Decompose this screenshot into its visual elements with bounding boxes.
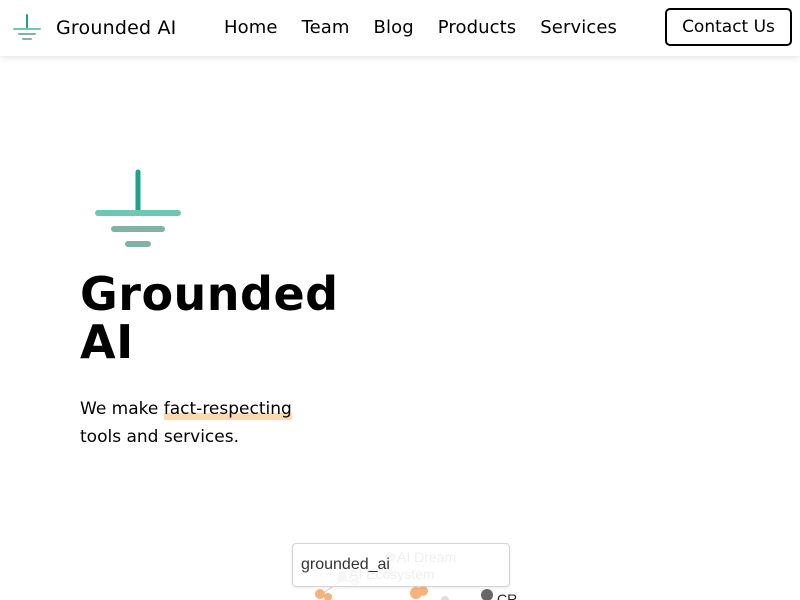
hero-title: Grounded AI: [80, 270, 380, 366]
graph-node[interactable]: [315, 589, 325, 599]
tagline-highlight: fact-respecting: [163, 399, 292, 420]
tagline-before: We make: [80, 399, 164, 419]
nav-blog[interactable]: Blog: [374, 15, 414, 41]
hero-tagline: We make fact-respecting tools and servic…: [80, 395, 340, 451]
graph-node[interactable]: [324, 593, 332, 600]
site-header: Grounded AI Home Team Blog Products Serv…: [0, 0, 800, 56]
main-nav: Home Team Blog Products Services: [224, 15, 641, 41]
brand-link[interactable]: Grounded AI: [12, 12, 176, 44]
graph-label-cr: CR: [497, 591, 518, 600]
tagline-after: tools and services.: [80, 427, 239, 447]
hero-title-line2: AI: [80, 315, 134, 369]
graph-node[interactable]: [481, 589, 493, 600]
nav-team[interactable]: Team: [302, 15, 350, 41]
hero-title-line1: Grounded: [80, 267, 339, 321]
contact-us-button[interactable]: Contact Us: [665, 8, 792, 46]
nav-products[interactable]: Products: [438, 15, 517, 41]
graph-node[interactable]: [418, 586, 428, 596]
brand-name: Grounded AI: [56, 17, 177, 39]
nav-home[interactable]: Home: [224, 15, 278, 41]
ground-logo-icon: [13, 14, 41, 40]
hero-ground-logo-icon: [95, 169, 181, 247]
nav-services[interactable]: Services: [540, 15, 617, 41]
graph-node[interactable]: [441, 596, 449, 600]
graph-search-box[interactable]: grounded_ai: [292, 543, 510, 587]
